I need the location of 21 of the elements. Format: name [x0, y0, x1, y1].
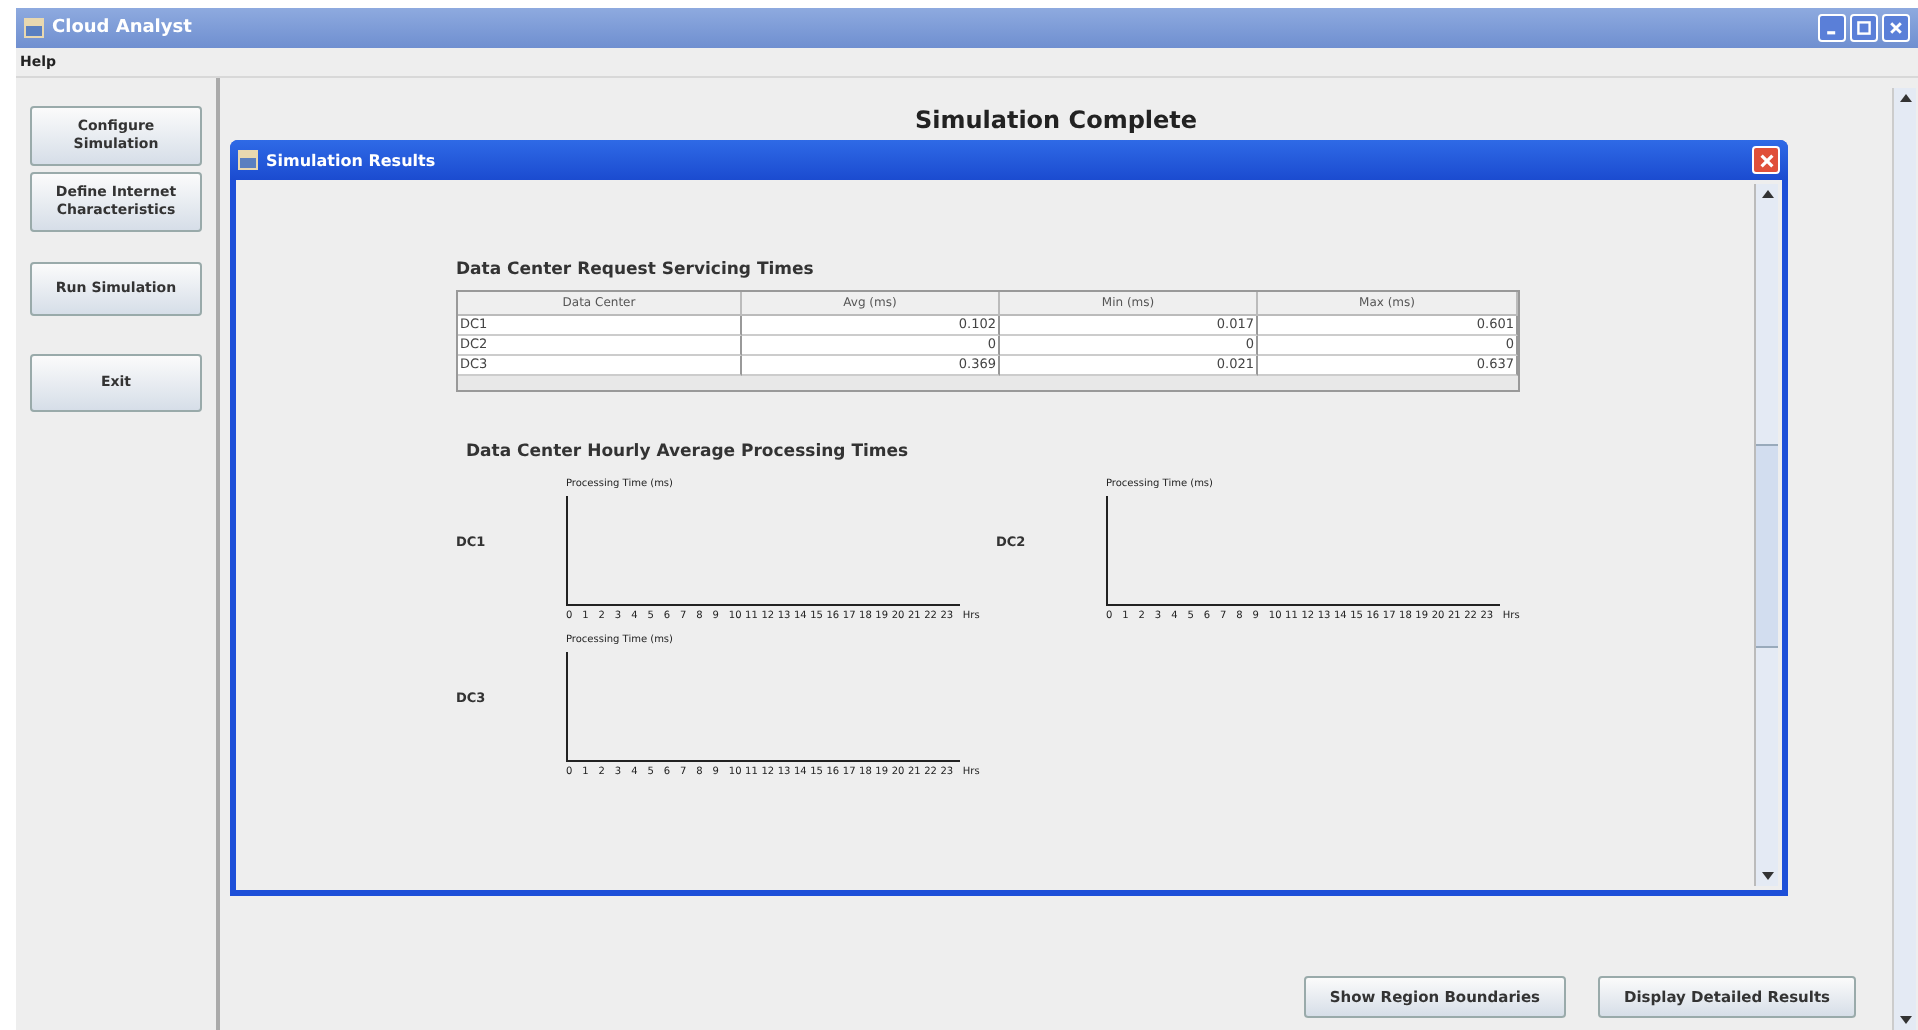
scroll-down-icon[interactable] — [1899, 1016, 1911, 1024]
scroll-thumb[interactable] — [1756, 444, 1778, 648]
scroll-up-icon[interactable] — [1761, 190, 1773, 198]
scroll-down-icon[interactable] — [1761, 872, 1773, 880]
close-button[interactable] — [1882, 14, 1910, 42]
close-icon — [1757, 151, 1775, 169]
main-title: Simulation Complete — [912, 106, 1200, 134]
app-icon — [238, 150, 258, 170]
close-button[interactable] — [1752, 146, 1780, 174]
section-title: Data Center Request Servicing Times — [456, 260, 816, 280]
close-icon — [1888, 20, 1904, 36]
window-title: Cloud Analyst — [52, 18, 194, 38]
maximize-button[interactable] — [1850, 14, 1878, 42]
app-icon — [24, 18, 44, 38]
scroll-up-icon[interactable] — [1899, 94, 1911, 102]
dialog-title: Simulation Results — [266, 151, 438, 169]
scrollbar[interactable] — [1754, 184, 1778, 886]
section-title: Data Center Hourly Average Processing Times — [466, 442, 911, 462]
scrollbar[interactable] — [1892, 88, 1916, 1030]
minimize-button[interactable] — [1818, 14, 1846, 42]
maximize-icon — [1856, 20, 1872, 36]
